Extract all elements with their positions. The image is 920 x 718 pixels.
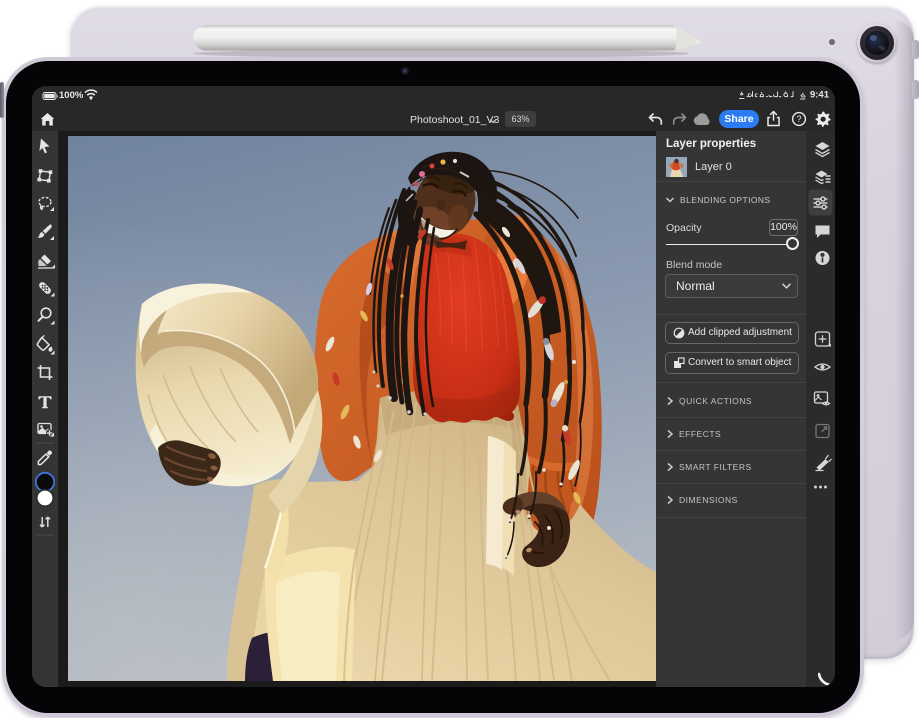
svg-text:?: ? bbox=[796, 114, 801, 124]
svg-text:9:41: 9:41 bbox=[810, 90, 829, 101]
